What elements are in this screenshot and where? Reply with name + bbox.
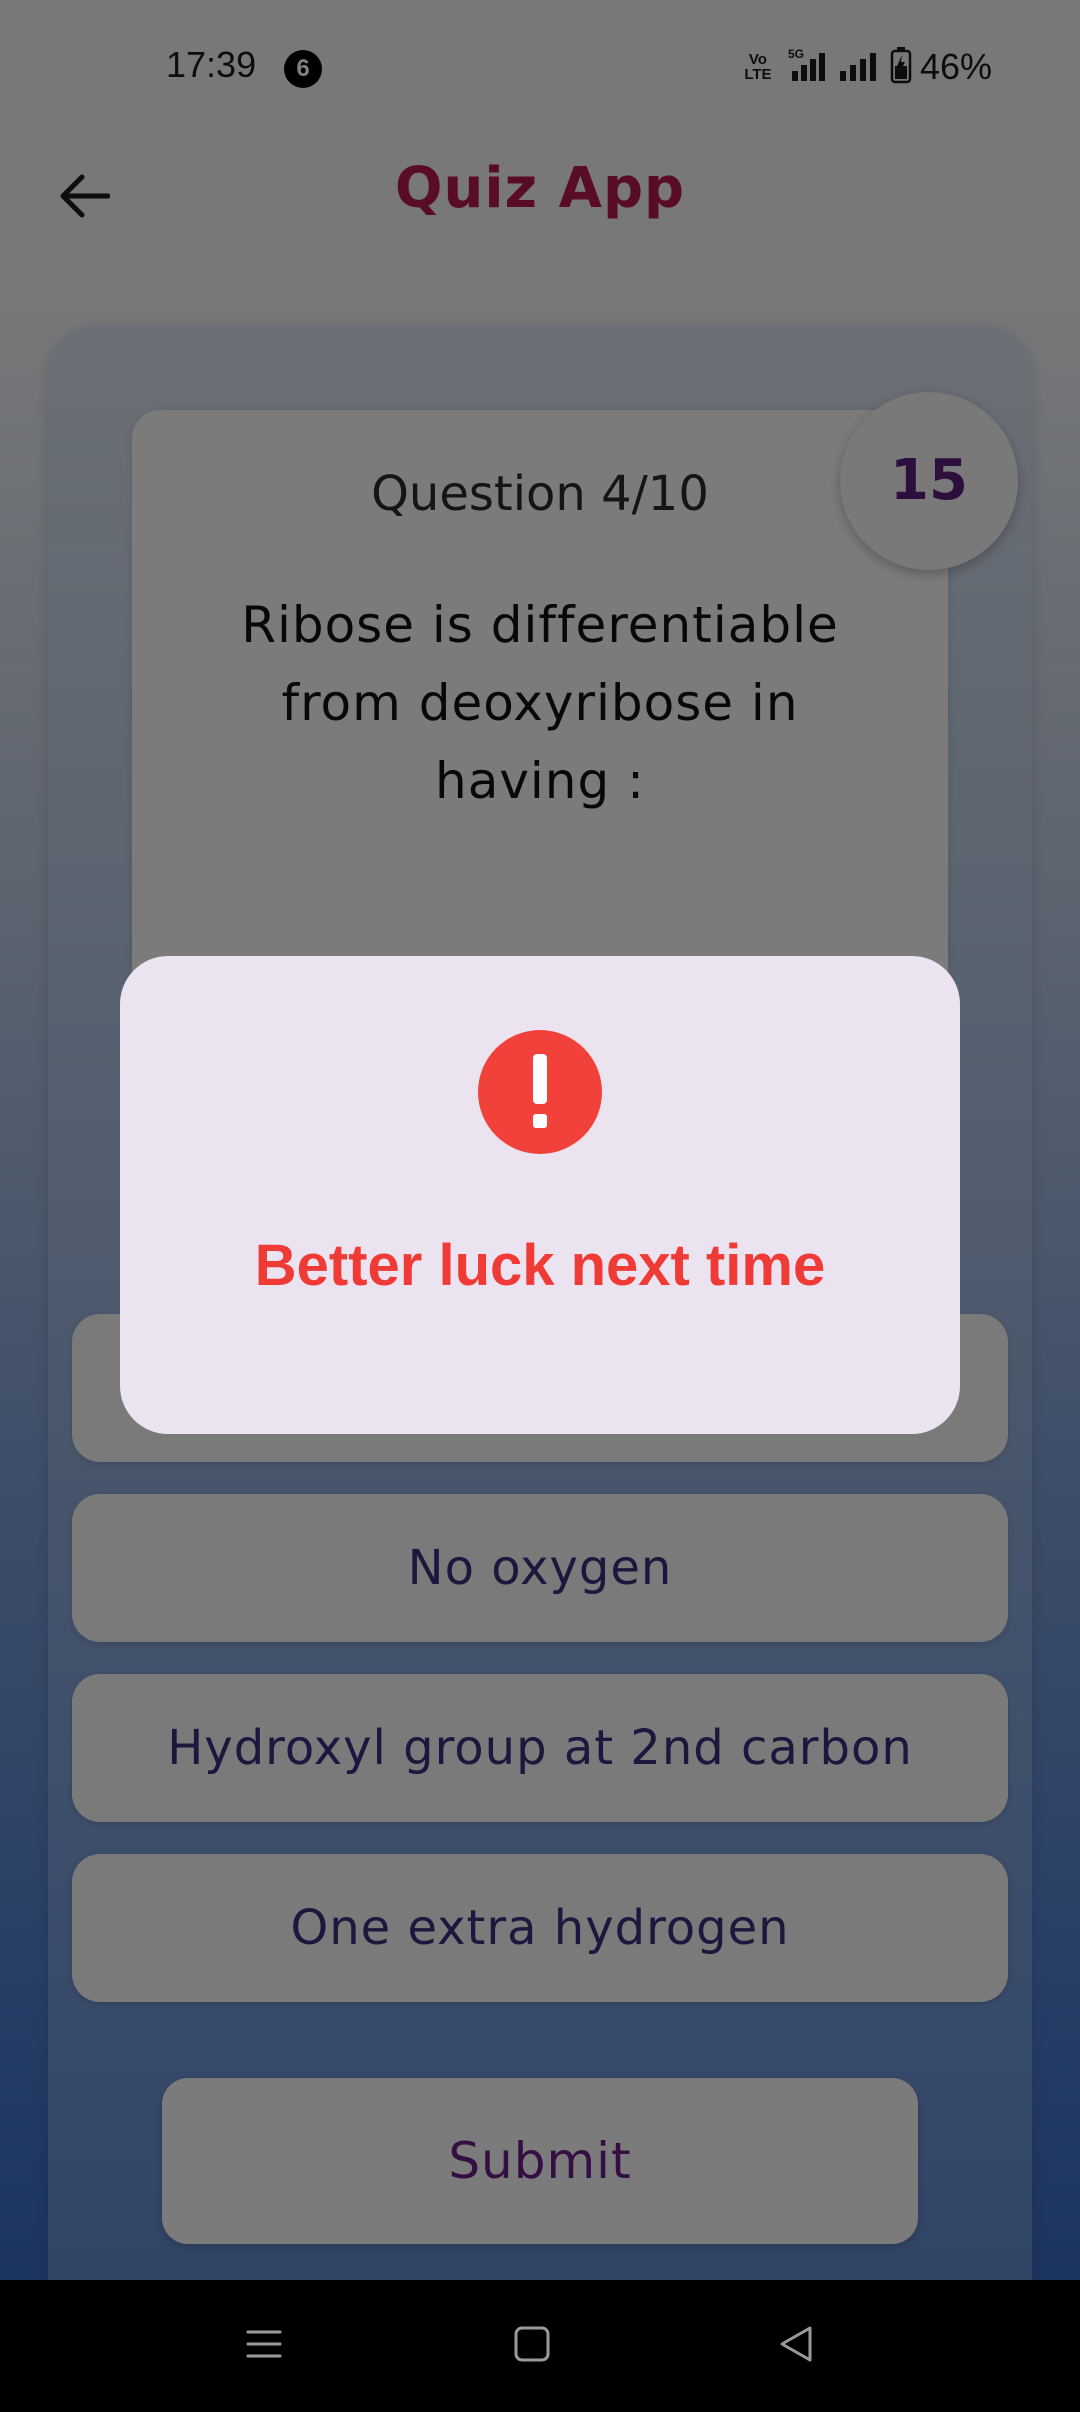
recent-apps-button[interactable] bbox=[234, 2316, 294, 2376]
system-back-button[interactable] bbox=[766, 2316, 826, 2376]
menu-icon bbox=[244, 2324, 284, 2368]
system-nav-bar bbox=[0, 2280, 1080, 2412]
exclamation-icon bbox=[478, 1030, 602, 1154]
home-button[interactable] bbox=[502, 2316, 562, 2376]
dialog-message: Better luck next time bbox=[254, 1233, 826, 1298]
back-triangle-icon bbox=[776, 2324, 816, 2368]
result-dialog: Better luck next time bbox=[120, 956, 960, 1434]
home-icon bbox=[512, 2324, 552, 2368]
